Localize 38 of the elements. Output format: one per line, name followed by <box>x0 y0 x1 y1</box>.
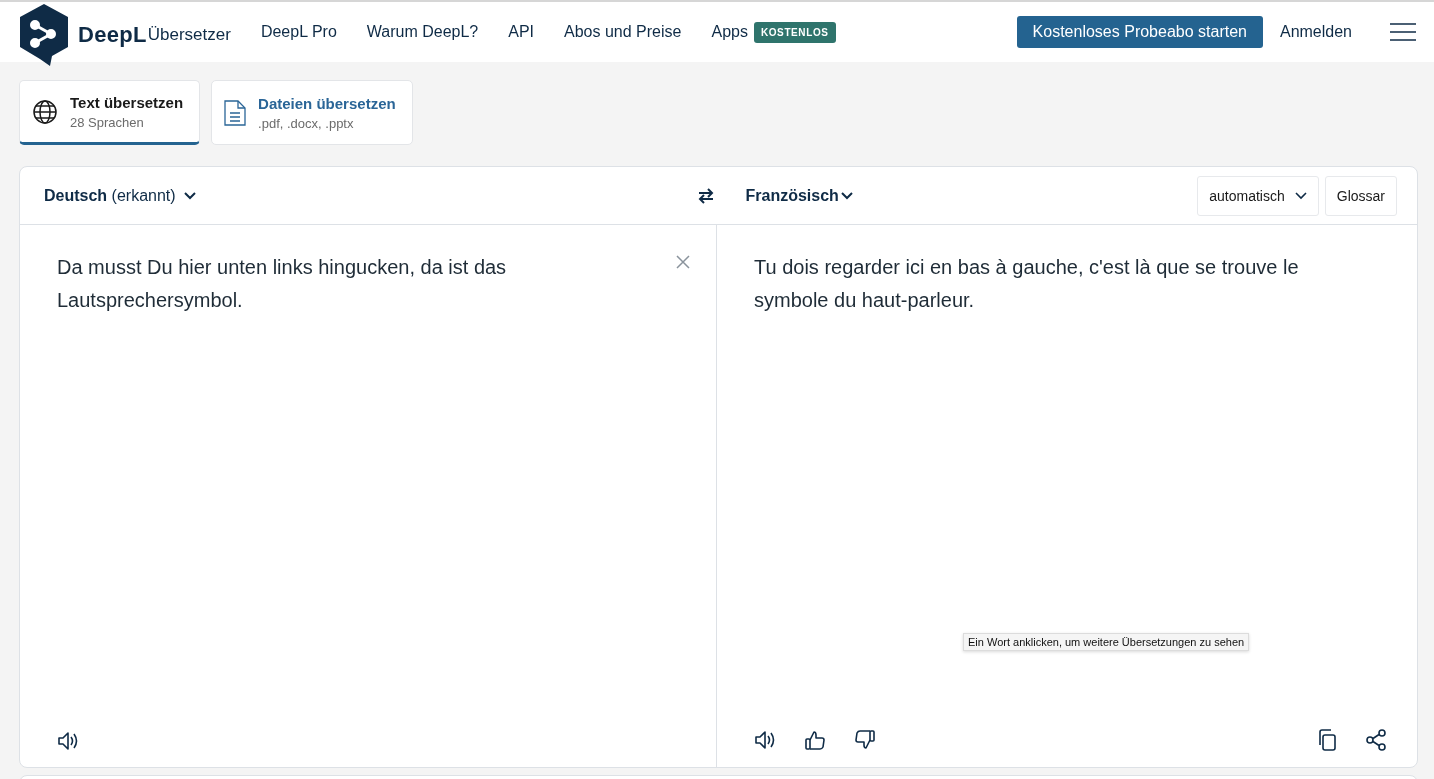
glossary-button[interactable]: Glossar <box>1324 175 1397 216</box>
tab-title: Text übersetzen <box>70 94 184 111</box>
nav-link[interactable]: Abos und Preise <box>564 23 682 41</box>
thumbs-down-icon[interactable] <box>854 729 876 751</box>
menu-icon[interactable] <box>1390 23 1416 41</box>
tab-subtitle: .pdf, .docx, .pptx <box>258 116 355 131</box>
trial-button[interactable]: Kostenloses Probeabo starten <box>1016 16 1263 48</box>
mode-tab[interactable]: Text übersetzen 28 Sprachen <box>19 80 201 145</box>
logo-text[interactable]: DeepL <box>78 22 147 48</box>
tab-title: Dateien übersetzen <box>258 95 396 112</box>
swap-icon[interactable] <box>697 187 714 204</box>
chevron-icon <box>840 191 853 200</box>
share-icon[interactable] <box>1365 729 1387 751</box>
nav-link[interactable]: Warum DeepL? <box>366 23 479 41</box>
target-language-select[interactable]: Französisch <box>745 186 853 205</box>
source-text-field[interactable]: Da musst Du hier unten links hingucken, da ist das Lautsprechersymbol. <box>57 251 647 317</box>
close-icon[interactable] <box>676 255 690 269</box>
login-link[interactable]: Anmelden <box>1279 23 1352 41</box>
mode-tab[interactable]: Dateien übersetzen .pdf, .docx, .pptx <box>211 80 413 145</box>
document-icon <box>224 100 247 126</box>
tab-subtitle: 28 Sprachen <box>70 115 145 130</box>
chevron-icon <box>1294 191 1307 200</box>
chevron-icon <box>183 191 196 200</box>
nav-link[interactable]: API <box>508 23 535 41</box>
thumbs-up-icon[interactable] <box>804 729 826 751</box>
nav-link[interactable]: Apps <box>711 23 748 41</box>
copy-icon[interactable] <box>1317 729 1337 751</box>
nav-link[interactable]: DeepL Pro <box>260 23 337 41</box>
speaker-icon[interactable] <box>57 731 79 751</box>
logo-icon[interactable] <box>18 3 70 67</box>
free-badge: KOSTENLOS <box>753 21 836 43</box>
source-language-select[interactable]: Deutsch (erkannt) <box>44 186 196 205</box>
formality-select[interactable]: automatisch <box>1197 175 1319 216</box>
product-name[interactable]: Übersetzer <box>147 25 231 45</box>
translation-text[interactable]: Tu dois regarder ici en bas à gauche, c'est là que se trouve le symbole du haut-parleur. <box>754 251 1344 317</box>
speaker-icon[interactable] <box>754 730 776 750</box>
tooltip: Ein Wort anklicken, um weitere Übersetzungen zu sehen <box>963 633 1250 651</box>
globe-icon <box>32 99 58 125</box>
